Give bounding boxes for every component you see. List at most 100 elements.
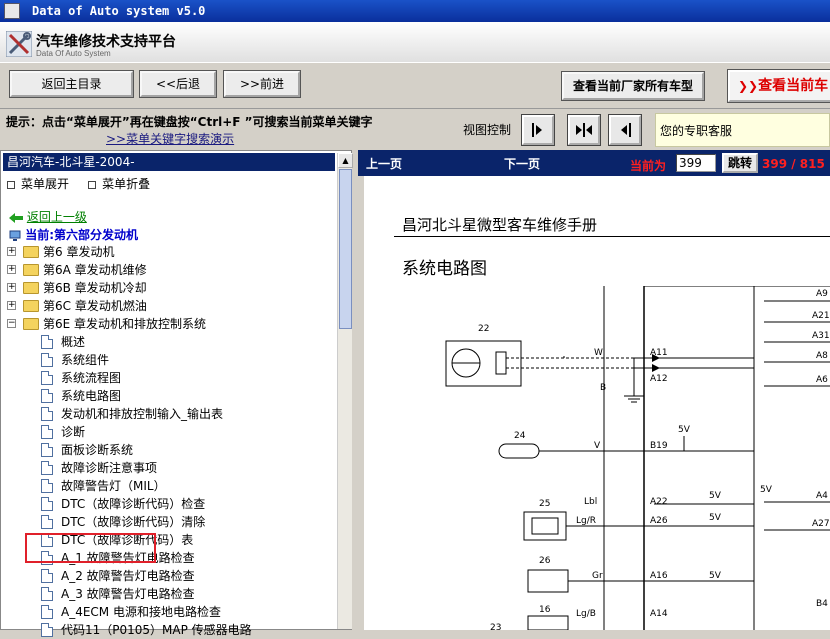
tree-doc-item[interactable]: 概述	[1, 333, 337, 351]
page-number-input[interactable]: 399	[676, 154, 716, 172]
prev-page-link[interactable]: 上一页	[366, 155, 402, 172]
tree-doc-item[interactable]: DTC（故障诊断代码）清除	[1, 513, 337, 531]
tree-folder-item[interactable]: + 第6A 章发动机维修	[1, 261, 337, 279]
tree-item-label: 第6C 章发动机燃油	[43, 299, 147, 313]
svg-text:A16: A16	[650, 571, 668, 581]
toolbar: 返回主目录 <<后退 >>前进 查看当前厂家所有车型 ❯❯查看当前车	[0, 62, 830, 108]
collapse-icon[interactable]: −	[7, 319, 16, 328]
view-expand-left-button[interactable]	[608, 114, 642, 146]
computer-icon	[9, 230, 21, 241]
split-arrows-icon	[576, 123, 592, 137]
folder-icon	[23, 246, 39, 258]
document-icon	[41, 407, 53, 421]
scroll-thumb[interactable]	[339, 169, 352, 329]
search-demo-link[interactable]: >>菜单关键字搜索演示	[106, 130, 234, 147]
tree-item-label: 诊断	[61, 425, 86, 439]
svg-text:A4: A4	[816, 491, 828, 501]
menu-scrollbar[interactable]: ▲	[337, 153, 353, 629]
go-page-button[interactable]: 跳转	[722, 153, 758, 173]
svg-text:B: B	[600, 383, 606, 393]
svg-text:Gr: Gr	[592, 571, 603, 581]
back-arrow-icon	[9, 212, 23, 223]
section-title: 系统电路图	[402, 259, 487, 279]
component-label-25: 25	[539, 499, 550, 509]
tree-folder-item[interactable]: + 第6 章发动机	[1, 243, 337, 261]
tree-doc-item[interactable]: 系统流程图	[1, 369, 337, 387]
folder-icon	[23, 318, 39, 330]
menu-collapse-control[interactable]: 菜单折叠	[88, 177, 150, 191]
svg-text:5V: 5V	[678, 425, 691, 435]
app-header: 汽车维修技术支持平台 Data Of Auto System	[0, 22, 830, 62]
tree-item-label: 故障警告灯（MIL）	[61, 479, 166, 493]
svg-text:5V: 5V	[709, 571, 722, 581]
current-section: 当前:第六部分发动机	[9, 226, 138, 243]
current-section-label: 当前:第六部分发动机	[25, 228, 138, 242]
expand-icon[interactable]: +	[7, 301, 16, 310]
tree-doc-item[interactable]: 系统组件	[1, 351, 337, 369]
tree-folder-item[interactable]: + 第6B 章发动机冷却	[1, 279, 337, 297]
tree-doc-item[interactable]: A_3 故障警告灯电路检查	[1, 585, 337, 603]
tree-doc-item[interactable]: 发动机和排放控制输入_输出表	[1, 405, 337, 423]
right-pin-labels: A9 A21 A31 A8 A6 A4 A27 B4	[812, 289, 830, 609]
current-page-label: 当前为	[630, 159, 667, 173]
scroll-up-icon[interactable]: ▲	[338, 153, 353, 168]
tree-item-label: 面板诊断系统	[61, 443, 134, 457]
next-page-link[interactable]: 下一页	[504, 155, 540, 172]
tree-item-label: DTC（故障诊断代码）清除	[61, 515, 206, 529]
view-expand-right-button[interactable]	[521, 114, 555, 146]
home-button[interactable]: 返回主目录	[9, 70, 134, 98]
collapse-box-icon	[88, 180, 97, 189]
document-panel: 上一页 下一页 当前为 399 跳转 399 / 815 昌河北斗星微型客车维修…	[358, 150, 830, 630]
menu-collapse-label: 菜单折叠	[102, 177, 151, 191]
folder-icon	[23, 264, 39, 276]
tree-folder-item[interactable]: − 第6E 章发动机和排放控制系统	[1, 315, 337, 333]
svg-text:A12: A12	[650, 374, 668, 384]
back-button[interactable]: <<后退	[139, 70, 217, 98]
platform-title: 汽车维修技术支持平台	[36, 34, 176, 50]
selection-highlight-box	[25, 533, 156, 563]
up-level-label: 返回上一级	[26, 210, 87, 224]
customer-support-box[interactable]: 您的专职客服	[655, 113, 830, 147]
svg-text:A9: A9	[816, 289, 828, 299]
expand-icon[interactable]: +	[7, 247, 16, 256]
tree-doc-item[interactable]: 面板诊断系统	[1, 441, 337, 459]
tree-doc-item[interactable]: 诊断	[1, 423, 337, 441]
manual-title: 昌河北斗星微型客车维修手册	[402, 216, 598, 234]
menu-expand-control[interactable]: 菜单展开	[7, 177, 69, 191]
view-split-button[interactable]	[567, 114, 601, 146]
tree-doc-item[interactable]: 系统电路图	[1, 387, 337, 405]
title-bar: Data of Auto system v5.0	[0, 0, 830, 22]
folder-icon	[23, 282, 39, 294]
all-models-button[interactable]: 查看当前厂家所有车型	[561, 71, 705, 101]
current-model-button[interactable]: ❯❯查看当前车	[727, 69, 830, 103]
tree-doc-item[interactable]: 故障诊断注意事项	[1, 459, 337, 477]
tree-item-label: A_2 故障警告灯电路检查	[61, 569, 195, 583]
app-icon	[4, 3, 20, 19]
document-icon	[41, 569, 53, 583]
tree-doc-item[interactable]: A_2 故障警告灯电路检查	[1, 567, 337, 585]
expand-icon[interactable]: +	[7, 265, 16, 274]
component-label-16: 16	[539, 605, 551, 615]
tree-doc-item[interactable]: DTC（故障诊断代码）检查	[1, 495, 337, 513]
tree-item-label: 系统流程图	[61, 371, 122, 385]
svg-text:W: W	[594, 348, 603, 358]
tree-doc-item[interactable]: A_4ECM 电源和接地电路检查	[1, 603, 337, 621]
document-icon	[41, 389, 53, 403]
svg-text:Lbl: Lbl	[584, 497, 597, 507]
tree-item-label: 第6A 章发动机维修	[43, 263, 147, 277]
tree-item-label: 代码11（P0105）MAP 传感器电路	[61, 623, 252, 637]
expand-icon[interactable]: +	[7, 283, 16, 292]
svg-text:A22: A22	[650, 497, 668, 507]
forward-button[interactable]: >>前进	[223, 70, 301, 98]
document-icon	[41, 515, 53, 529]
svg-text:B4: B4	[816, 599, 828, 609]
up-level-link[interactable]: 返回上一级	[9, 208, 87, 225]
expand-box-icon	[7, 180, 15, 189]
tree-doc-item[interactable]: 代码11（P0105）MAP 传感器电路	[1, 621, 337, 639]
component-16-body	[527, 615, 569, 630]
tree-folder-item[interactable]: + 第6C 章发动机燃油	[1, 297, 337, 315]
svg-text:A31: A31	[812, 331, 830, 341]
tree-item-label: A_4ECM 电源和接地电路检查	[61, 605, 221, 619]
svg-text:A8: A8	[816, 351, 828, 361]
tree-doc-item[interactable]: 故障警告灯（MIL）	[1, 477, 337, 495]
